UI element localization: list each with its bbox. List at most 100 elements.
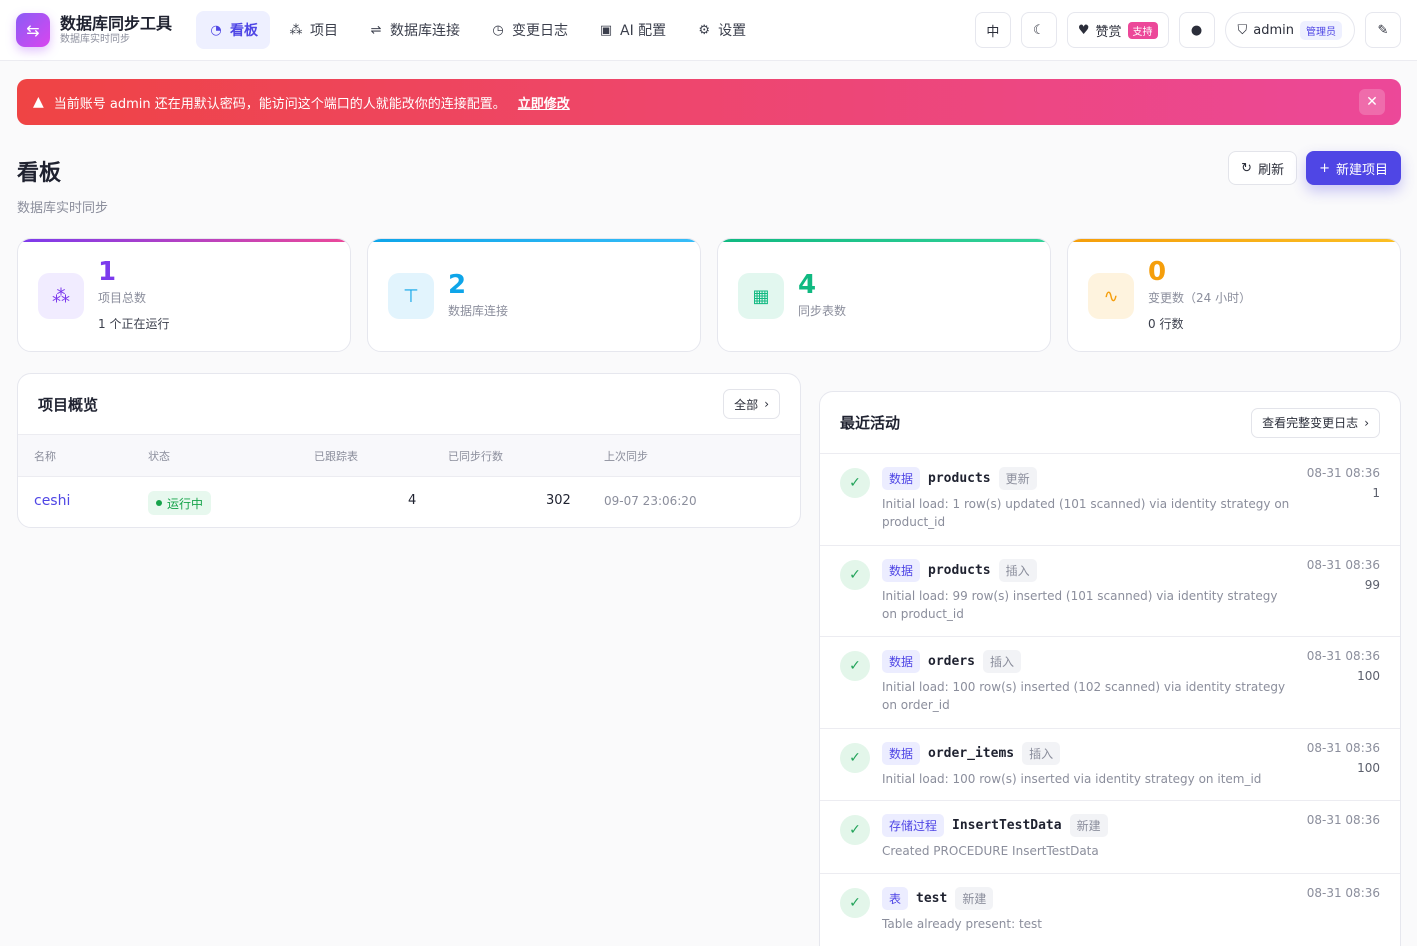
nav-label: 项目	[310, 23, 339, 39]
object-type-tag: 数据	[882, 559, 921, 582]
gauge-icon: ◔	[210, 22, 222, 38]
refresh-button[interactable]: ↻ 刷新	[1228, 151, 1298, 185]
synced-rows-cell: 302	[546, 493, 571, 508]
github-button[interactable]: ●	[1178, 12, 1215, 48]
check-icon: ✓	[840, 815, 870, 845]
sponsor-label: 赞赏	[1095, 24, 1122, 40]
status-badge: 运行中	[148, 491, 212, 515]
brand: 数据库同步工具 数据库实时同步	[60, 15, 172, 45]
theme-toggle-button[interactable]: ☾	[1020, 12, 1057, 48]
edit-icon: ✎	[1377, 22, 1389, 38]
column-header[interactable]: 已跟踪表	[314, 448, 358, 464]
alert-message: 当前账号 admin 还在用默认密码，能访问这个端口的人就能改你的连接配置。	[53, 96, 506, 112]
sitemap-icon: ⁂	[38, 273, 84, 319]
activity-description: Table already present: test	[882, 917, 1042, 931]
column-header[interactable]: 名称	[34, 448, 56, 464]
alert-fix-link[interactable]: 立即修改	[518, 93, 570, 112]
stat-value: 4	[798, 269, 817, 300]
stat-card-connections: ⊤ 2 数据库连接	[367, 238, 701, 352]
column-header[interactable]: 状态	[148, 448, 170, 464]
activity-time: 08-31 08:36	[1306, 813, 1380, 827]
top-actions: 中 ☾ ♥ 赞赏 支持 ● ⛉ admin 管理员 ✎	[974, 12, 1401, 48]
top-navigation: ⇆ 数据库同步工具 数据库实时同步 ◔ 看板 ⁂ 项目 ⇌ 数据库连接 ◷ 变更…	[0, 0, 1417, 61]
activity-item[interactable]: ✓ 数据 orders 插入 Initial load: 100 row(s) …	[820, 637, 1400, 729]
stat-accent-bar	[368, 239, 700, 242]
user-role-badge: 管理员	[1300, 20, 1342, 40]
stat-card-tables: ▦ 4 同步表数	[717, 238, 1051, 352]
view-changelog-label: 查看完整变更日志	[1262, 416, 1359, 430]
nav-projects[interactable]: ⁂ 项目	[276, 11, 350, 49]
object-name: products	[928, 563, 991, 578]
page-title: 看板	[17, 161, 62, 186]
column-header[interactable]: 上次同步	[604, 448, 648, 464]
close-icon[interactable]: ✕	[1359, 89, 1385, 115]
recent-activity-card: 最近活动 查看完整变更日志 › ✓ 数据 products 更新 Initial…	[819, 391, 1401, 946]
view-changelog-button[interactable]: 查看完整变更日志 ›	[1251, 407, 1380, 438]
activity-time: 08-31 08:36	[1306, 741, 1380, 755]
object-type-tag: 存储过程	[882, 814, 945, 837]
table-row[interactable]: ceshi 运行中 4 302 09-07 23:06:20	[18, 477, 800, 527]
stat-accent-bar	[18, 239, 350, 242]
sponsor-badge: 支持	[1127, 21, 1158, 39]
activity-item[interactable]: ✓ 表 test 新建 Table already present: test …	[820, 874, 1400, 946]
view-all-projects-button[interactable]: 全部 ›	[723, 389, 780, 419]
activity-description: Initial load: 99 row(s) inserted (101 sc…	[882, 589, 1278, 621]
activity-description: Initial load: 100 row(s) inserted via id…	[882, 772, 1262, 786]
operation-tag: 新建	[955, 887, 994, 910]
object-type-tag: 表	[882, 887, 909, 910]
app-subtitle: 数据库实时同步	[60, 33, 130, 45]
table-icon: ▦	[738, 273, 784, 319]
activity-row-count: 100	[1357, 761, 1380, 775]
swap-icon[interactable]: ⇆	[16, 13, 50, 47]
nav-settings[interactable]: ⚙ 设置	[684, 11, 758, 49]
edit-button[interactable]: ✎	[1365, 12, 1401, 48]
object-name: test	[916, 891, 948, 906]
clock-icon: ◷	[492, 22, 504, 38]
new-project-button[interactable]: + 新建项目	[1306, 151, 1401, 185]
nav-dashboard[interactable]: ◔ 看板	[196, 11, 271, 49]
heart-icon: ♥	[1077, 22, 1090, 38]
plus-icon: +	[1319, 160, 1330, 176]
connection-icon: ⇌	[370, 22, 382, 38]
sitemap-icon: ⁂	[289, 22, 303, 38]
nav-changelog[interactable]: ◷ 变更日志	[478, 11, 580, 49]
last-sync-cell: 09-07 23:06:20	[604, 494, 697, 508]
status-dot-icon	[156, 500, 162, 506]
stat-value: 0	[1148, 256, 1167, 287]
stat-accent-bar	[718, 239, 1050, 242]
chevron-right-icon: ›	[1364, 415, 1369, 430]
operation-tag: 插入	[1022, 742, 1061, 765]
activity-item[interactable]: ✓ 数据 products 插入 Initial load: 99 row(s)…	[820, 546, 1400, 637]
nav-connections[interactable]: ⇌ 数据库连接	[356, 11, 472, 49]
sponsor-button[interactable]: ♥ 赞赏 支持	[1066, 12, 1169, 48]
refresh-label: 刷新	[1258, 162, 1285, 178]
connection-icon: ⊤	[388, 273, 434, 319]
object-type-tag: 数据	[882, 650, 921, 673]
stat-label: 项目总数	[98, 291, 147, 306]
activity-item[interactable]: ✓ 数据 order_items 插入 Initial load: 100 ro…	[820, 729, 1400, 801]
activity-row-count: 1	[1372, 486, 1380, 500]
project-overview-card: 项目概览 全部 › 名称 状态 已跟踪表 已同步行数 上次同步 ceshi 运行…	[17, 373, 801, 528]
language-button[interactable]: 中	[974, 12, 1011, 48]
activity-row-count: 100	[1357, 669, 1380, 683]
column-header[interactable]: 已同步行数	[448, 448, 503, 464]
nav-ai-config[interactable]: ▣ AI 配置	[586, 11, 678, 49]
project-name-link[interactable]: ceshi	[34, 493, 70, 509]
object-type-tag: 数据	[882, 467, 921, 490]
status-label: 运行中	[167, 496, 204, 511]
activity-item[interactable]: ✓ 存储过程 InsertTestData 新建 Created PROCEDU…	[820, 801, 1400, 874]
nav-label: 看板	[230, 23, 259, 39]
object-name: order_items	[928, 746, 1015, 761]
user-menu-button[interactable]: ⛉ admin 管理员	[1224, 12, 1355, 48]
stat-label: 变更数（24 小时）	[1148, 291, 1252, 306]
check-icon: ✓	[840, 743, 870, 773]
default-password-alert: ▲ 当前账号 admin 还在用默认密码，能访问这个端口的人就能改你的连接配置。…	[17, 79, 1401, 125]
operation-tag: 更新	[998, 467, 1037, 490]
check-icon: ✓	[840, 888, 870, 918]
object-name: orders	[928, 654, 975, 669]
activity-time: 08-31 08:36	[1306, 466, 1380, 480]
operation-tag: 新建	[1069, 814, 1108, 837]
activity-item[interactable]: ✓ 数据 products 更新 Initial load: 1 row(s) …	[820, 454, 1400, 546]
app-title: 数据库同步工具	[60, 14, 173, 34]
view-all-label: 全部	[734, 397, 759, 412]
